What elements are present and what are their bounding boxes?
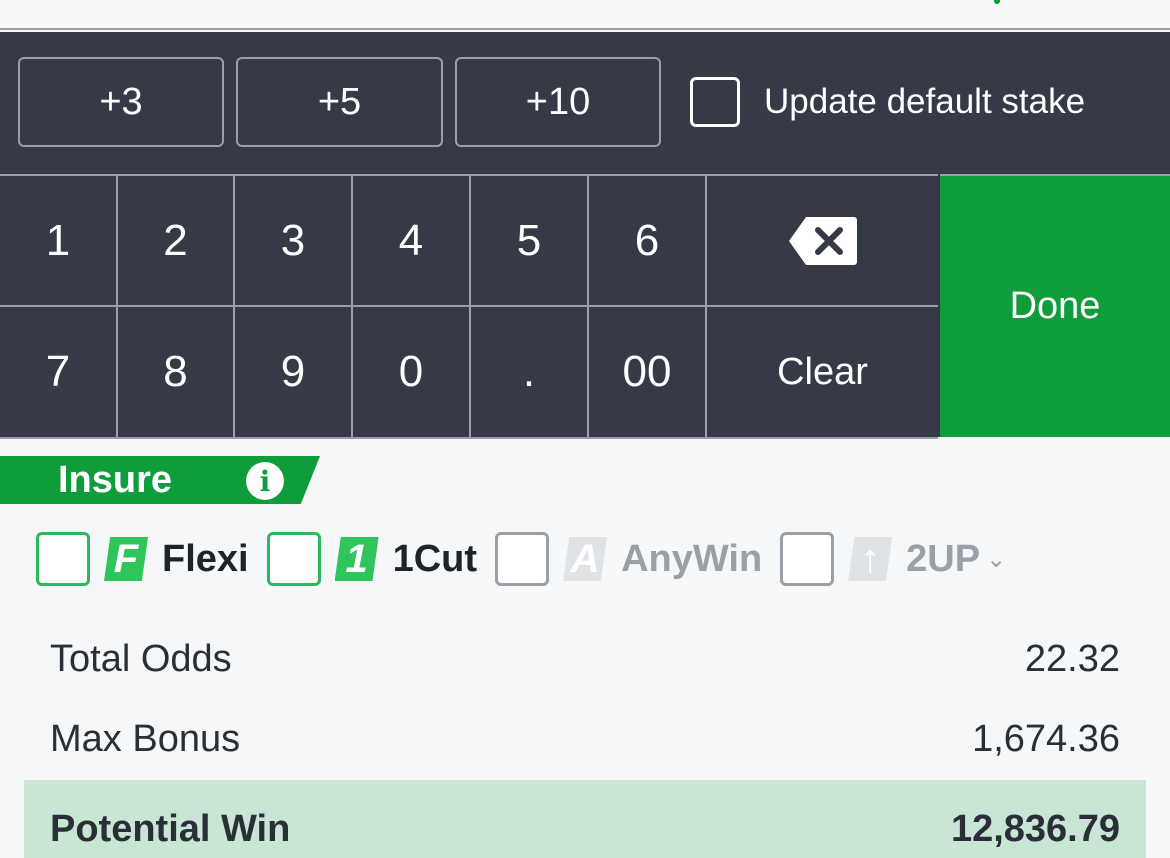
quick-add-10-button[interactable]: +10 (455, 57, 661, 147)
potential-win-label: Potential Win (50, 808, 291, 850)
top-strip (0, 0, 1170, 30)
chevron-down-icon[interactable]: ⌄ (986, 545, 1006, 574)
1cut-checkbox[interactable] (266, 532, 321, 586)
total-odds-value: 22.32 (1024, 637, 1120, 680)
clear-button[interactable]: Clear (707, 307, 938, 439)
key-1[interactable]: 1 (0, 176, 118, 307)
anywin-label: AnyWin (621, 537, 763, 580)
total-odds-row: Total Odds 22.32 (24, 620, 1146, 698)
potential-win-row: Potential Win 12,836.79 (24, 780, 1146, 858)
key-3[interactable]: 3 (235, 176, 353, 307)
anywin-checkbox[interactable] (495, 532, 550, 586)
total-odds-label: Total Odds (50, 637, 232, 680)
flexi-checkbox[interactable] (36, 532, 90, 586)
2up-checkbox[interactable] (780, 532, 835, 586)
1cut-logo-icon: 1 (334, 537, 379, 581)
backspace-button[interactable] (707, 176, 938, 307)
key-6[interactable]: 6 (589, 176, 707, 307)
option-1cut[interactable]: 1 1Cut (266, 532, 478, 586)
key-0[interactable]: 0 (353, 307, 471, 439)
backspace-icon (788, 216, 857, 265)
info-icon[interactable]: i (246, 462, 284, 500)
key-00[interactable]: 00 (589, 307, 707, 439)
update-default-stake-label: Update default stake (764, 82, 1086, 121)
max-bonus-row: Max Bonus 1,674.36 (24, 700, 1146, 778)
key-4[interactable]: 4 (353, 176, 471, 307)
top-indicator (994, 0, 1000, 4)
insure-options: F Flexi 1 1Cut A AnyWin ↑ 2UP ⌄ (36, 532, 1024, 586)
number-grid: 1 2 3 4 5 6 7 8 9 0 . 00 Clear (0, 174, 938, 439)
key-decimal[interactable]: . (471, 307, 589, 439)
key-5[interactable]: 5 (471, 176, 589, 307)
update-default-stake-checkbox[interactable] (690, 77, 740, 127)
key-8[interactable]: 8 (118, 307, 235, 439)
1cut-label: 1Cut (392, 537, 478, 580)
max-bonus-value: 1,674.36 (972, 717, 1120, 760)
potential-win-value: 12,836.79 (950, 808, 1120, 850)
stake-keypad: +3 +5 +10 Update default stake 1 2 3 4 5… (0, 32, 1170, 439)
flexi-logo-icon: F (104, 537, 148, 581)
anywin-logo-icon: A (563, 537, 608, 581)
key-9[interactable]: 9 (235, 307, 353, 439)
option-2up[interactable]: ↑ 2UP ⌄ (780, 532, 1006, 586)
2up-logo-icon: ↑ (848, 537, 893, 581)
quick-add-5-button[interactable]: +5 (236, 57, 443, 147)
insure-label: Insure (58, 458, 173, 501)
option-anywin[interactable]: A AnyWin (495, 532, 762, 586)
update-default-stake-toggle[interactable]: Update default stake (690, 77, 1085, 127)
quick-add-3-button[interactable]: +3 (18, 57, 224, 147)
key-2[interactable]: 2 (118, 176, 235, 307)
key-7[interactable]: 7 (0, 307, 118, 439)
done-button[interactable]: Done (940, 174, 1170, 437)
flexi-label: Flexi (162, 537, 249, 580)
insure-banner: Insure i (0, 456, 320, 504)
max-bonus-label: Max Bonus (50, 717, 241, 760)
2up-label: 2UP (906, 537, 981, 580)
option-flexi[interactable]: F Flexi (36, 532, 249, 586)
